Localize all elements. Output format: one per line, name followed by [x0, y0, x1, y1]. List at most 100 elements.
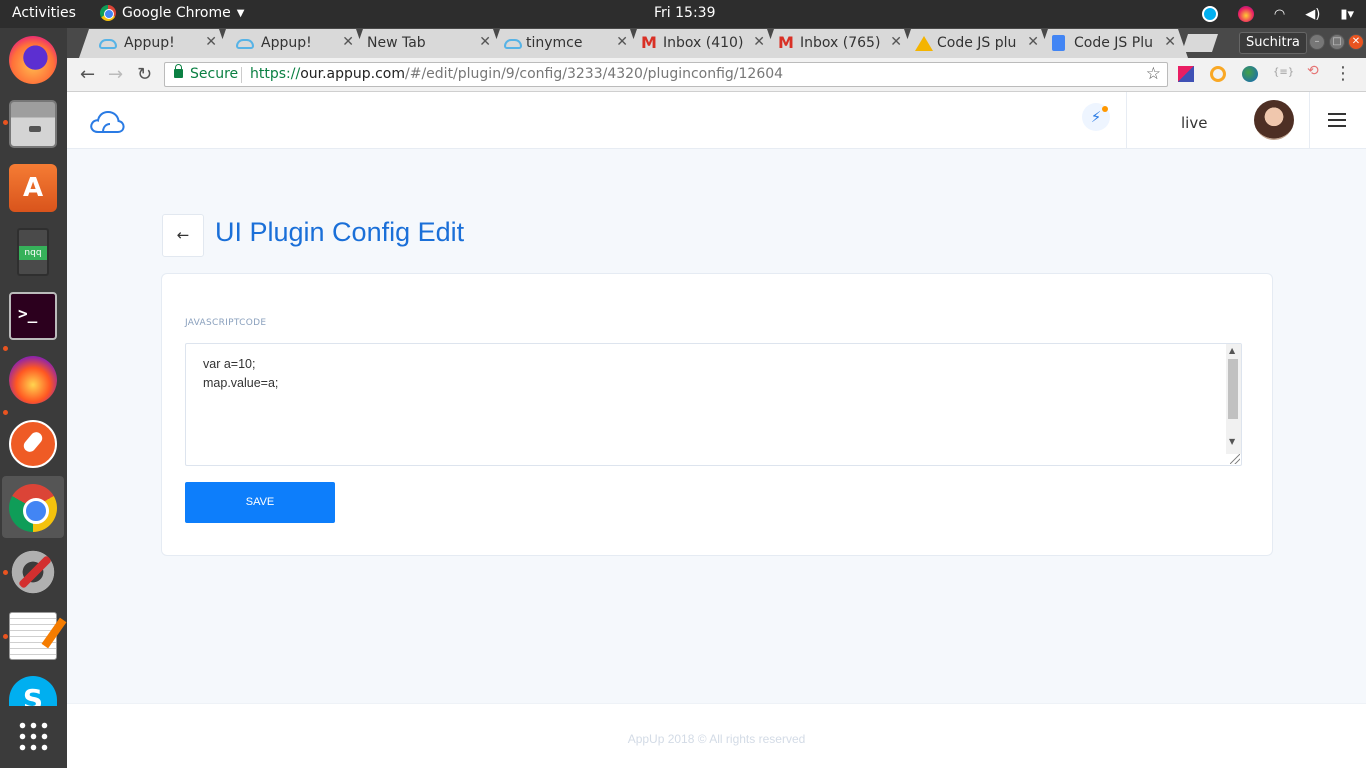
- chevron-down-icon: ▼: [236, 7, 245, 19]
- tab-code-js-drive[interactable]: Code JS plu ✕: [901, 29, 1051, 58]
- app-menu-label: Google Chrome: [122, 5, 231, 21]
- app-tray-icon[interactable]: [1237, 6, 1254, 22]
- gmail-icon: M: [778, 33, 794, 52]
- tab-appup-1[interactable]: Appup! ✕: [79, 29, 229, 58]
- json-formatter-icon[interactable]: {≡}: [1273, 67, 1294, 83]
- page: ⚡ live ← UI Plugin Config Edit JAVASCRIP…: [67, 92, 1366, 768]
- scroll-down-icon[interactable]: ▼: [1229, 437, 1235, 446]
- tab-inbox-410[interactable]: M Inbox (410) ✕: [627, 29, 777, 58]
- firefox-icon[interactable]: [9, 36, 57, 84]
- extension-icon[interactable]: ⟲: [1307, 63, 1323, 79]
- minimize-icon[interactable]: –: [1309, 34, 1325, 50]
- system-top-bar: Activities Google Chrome ▼ Fri 15:39 ◠ ◀…: [0, 0, 1366, 28]
- code-line: map.value=a;: [203, 376, 279, 390]
- tab-title: tinymce: [526, 35, 583, 51]
- notification-dot: [1102, 106, 1108, 112]
- software-center-icon[interactable]: A: [9, 164, 57, 212]
- notifications-bolt-icon[interactable]: ⚡: [1082, 103, 1110, 131]
- tab-title: Appup!: [124, 35, 175, 51]
- copyright-text: AppUp 2018 © All rights reserved: [627, 732, 806, 746]
- show-applications-icon[interactable]: [17, 720, 49, 752]
- wifi-icon[interactable]: ◠: [1274, 7, 1285, 22]
- code-line: var a=10;: [203, 357, 256, 371]
- settings-icon[interactable]: [9, 548, 57, 596]
- lock-icon: [174, 64, 183, 78]
- forward-arrow-icon[interactable]: →: [108, 64, 123, 85]
- javascript-code-label: JAVASCRIPTCODE: [185, 318, 267, 328]
- app-menu[interactable]: Google Chrome ▼: [100, 5, 244, 21]
- tab-inbox-765[interactable]: M Inbox (765) ✕: [764, 29, 914, 58]
- javascript-code-textarea[interactable]: var a=10; map.value=a; ▲ ▼: [185, 343, 1242, 466]
- files-icon[interactable]: [9, 100, 57, 148]
- app-header: ⚡ live: [67, 92, 1366, 149]
- browser-menu-icon[interactable]: ⋮: [1334, 63, 1352, 84]
- environment-label[interactable]: live: [1181, 114, 1207, 132]
- hamburger-menu-icon[interactable]: [1328, 113, 1346, 127]
- browser-toolbar: ← → ↻ Secure https://our.appup.com/#/edi…: [67, 58, 1366, 92]
- tab-appup-2[interactable]: Appup! ✕: [216, 29, 366, 58]
- chrome-icon: [100, 5, 116, 21]
- new-tab-button[interactable]: [1182, 34, 1218, 52]
- divider: [1309, 92, 1310, 149]
- postman-icon[interactable]: [9, 420, 57, 468]
- tab-title: Code JS plu: [937, 35, 1017, 51]
- running-indicator: [3, 346, 8, 351]
- profile-button[interactable]: Suchitra: [1239, 32, 1307, 54]
- back-arrow-icon[interactable]: ←: [80, 64, 95, 85]
- system-tray[interactable]: ◠ ◀) ▮▾: [1201, 0, 1366, 28]
- cloud-icon: [236, 39, 254, 49]
- maximize-icon[interactable]: □: [1329, 34, 1345, 50]
- extension-icon[interactable]: [1242, 66, 1258, 82]
- resize-handle-icon[interactable]: [1230, 454, 1240, 464]
- avatar[interactable]: [1254, 100, 1294, 140]
- extension-icon[interactable]: [1210, 66, 1226, 82]
- cloud-icon: [99, 39, 117, 49]
- divider: [1126, 92, 1127, 149]
- url-text: https://our.appup.com/#/edit/plugin/9/co…: [250, 66, 783, 82]
- secure-label: Secure: [190, 66, 239, 82]
- skype-icon[interactable]: S: [9, 676, 57, 706]
- notepadqq-icon[interactable]: [17, 228, 49, 276]
- footer: AppUp 2018 © All rights reserved: [67, 703, 1366, 768]
- textarea-scrollbar[interactable]: ▲ ▼: [1226, 344, 1241, 454]
- volume-icon[interactable]: ◀): [1305, 7, 1320, 22]
- gmail-icon: M: [641, 33, 657, 52]
- bookmark-star-icon[interactable]: ☆: [1146, 64, 1161, 84]
- tab-code-js-docs[interactable]: Code JS Plu ✕: [1038, 29, 1188, 58]
- dock: A >_ S: [0, 28, 67, 768]
- window-close-icon[interactable]: ✕: [1348, 34, 1364, 50]
- skype-tray-icon[interactable]: [1201, 6, 1218, 22]
- url-scheme: https://: [250, 66, 301, 82]
- chrome-icon[interactable]: [9, 484, 57, 532]
- close-icon[interactable]: ✕: [1164, 34, 1176, 50]
- tab-title: Inbox (410): [663, 35, 744, 51]
- reload-icon[interactable]: ↻: [137, 64, 152, 85]
- scroll-up-icon[interactable]: ▲: [1229, 346, 1235, 355]
- text-editor-icon[interactable]: [9, 612, 57, 660]
- drive-icon: [915, 36, 933, 51]
- activities-button[interactable]: Activities: [12, 5, 76, 21]
- appup-logo-icon[interactable]: [89, 110, 125, 134]
- arrow-left-icon: ←: [176, 226, 190, 244]
- address-bar[interactable]: Secure https://our.appup.com/#/edit/plug…: [164, 62, 1168, 87]
- flame-app-icon[interactable]: [9, 356, 57, 404]
- page-title: UI Plugin Config Edit: [215, 217, 465, 247]
- divider: [241, 67, 242, 83]
- tab-title: New Tab: [367, 35, 426, 51]
- tab-title: Appup!: [261, 35, 312, 51]
- docs-icon: [1052, 35, 1065, 51]
- save-button[interactable]: SAVE: [185, 482, 335, 523]
- tab-new-tab[interactable]: New Tab ✕: [353, 29, 503, 58]
- tab-tinymce[interactable]: tinymce ✕: [490, 29, 640, 58]
- battery-icon[interactable]: ▮▾: [1340, 7, 1354, 22]
- tab-title: Inbox (765): [800, 35, 881, 51]
- back-button[interactable]: ←: [162, 214, 204, 257]
- running-indicator: [3, 120, 8, 125]
- extension-icon[interactable]: [1178, 66, 1194, 82]
- running-indicator: [3, 410, 8, 415]
- terminal-icon[interactable]: >_: [9, 292, 57, 340]
- running-indicator: [3, 570, 8, 575]
- config-form-card: JAVASCRIPTCODE var a=10; map.value=a; ▲ …: [161, 273, 1273, 556]
- scrollbar-thumb[interactable]: [1228, 359, 1238, 419]
- system-clock[interactable]: Fri 15:39: [654, 5, 715, 21]
